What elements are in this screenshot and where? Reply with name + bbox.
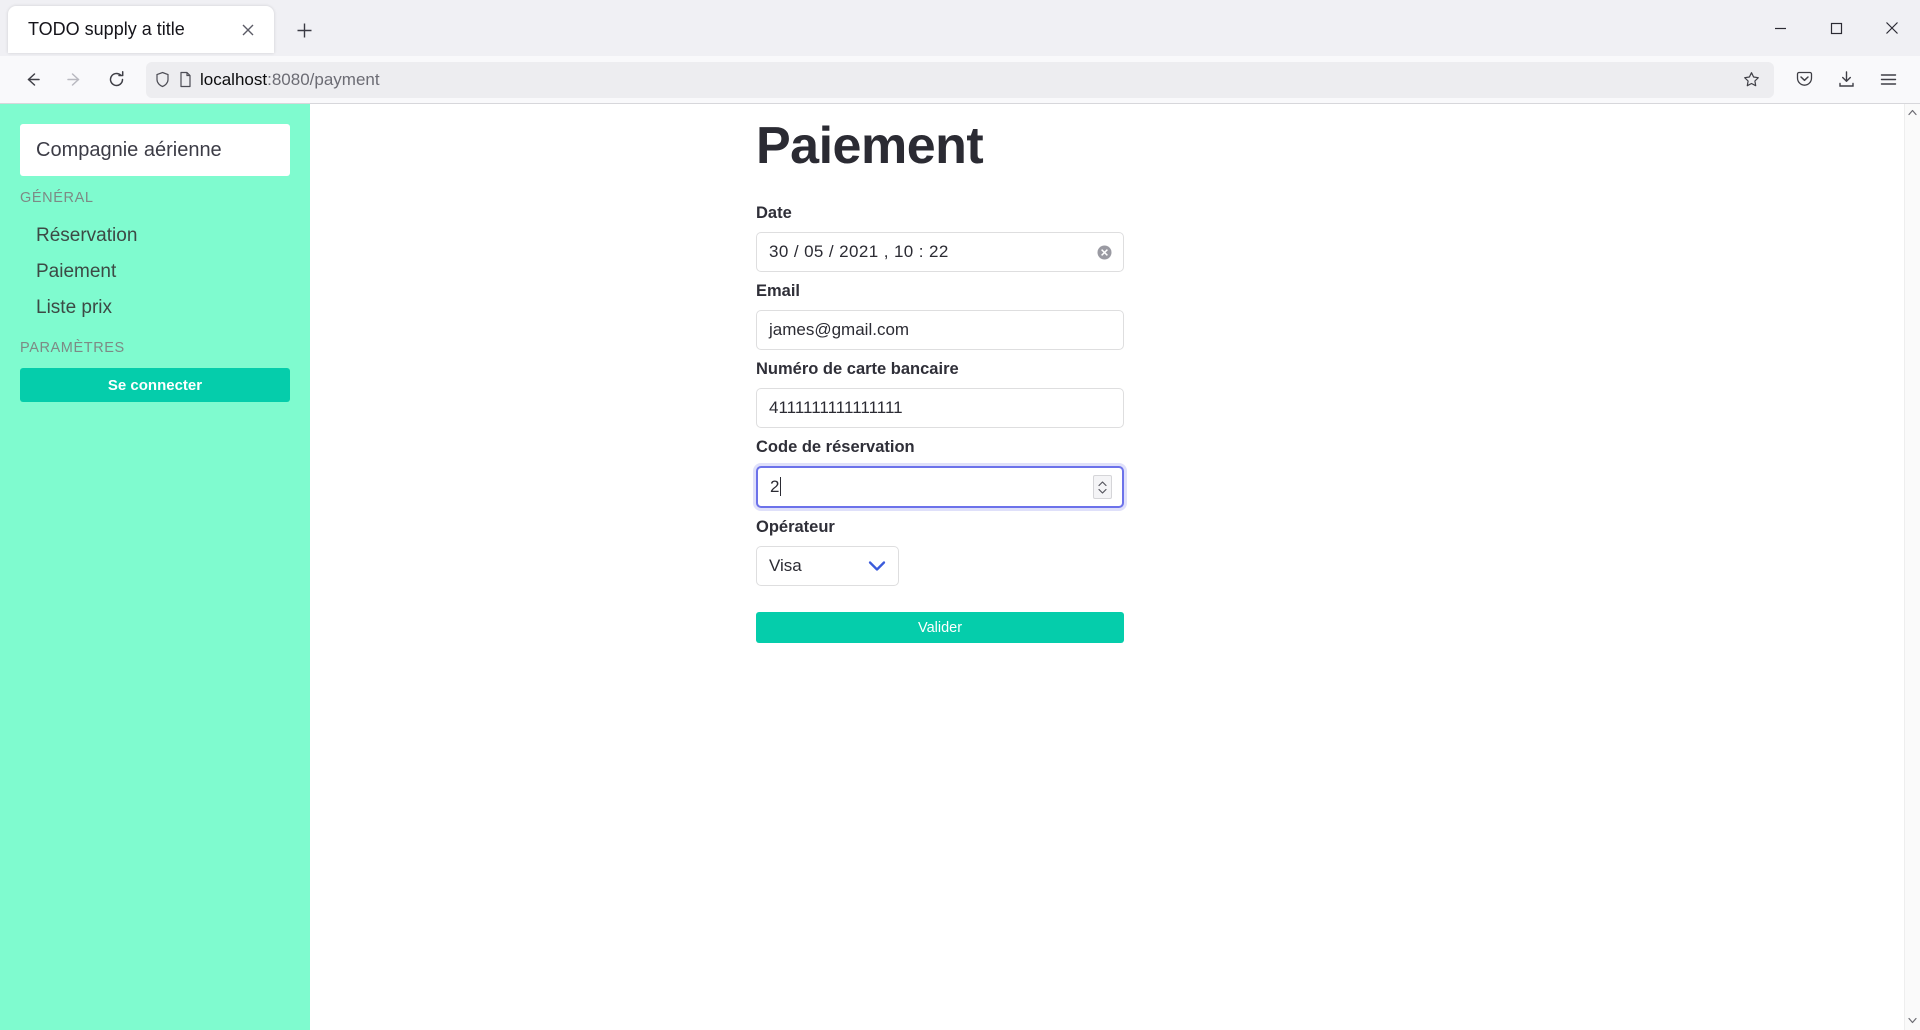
- field-card-number: Numéro de carte bancaire 411111111111111…: [756, 360, 1124, 428]
- field-date: Date 30 / 05 / 2021 , 10 : 22: [756, 204, 1124, 272]
- submit-button[interactable]: Valider: [756, 612, 1124, 643]
- card-number-input-value: 4111111111111111: [769, 398, 903, 417]
- text-cursor: [780, 477, 782, 496]
- plus-icon[interactable]: [284, 10, 324, 50]
- chevron-down-icon[interactable]: [868, 560, 886, 572]
- url-path: :8080/payment: [267, 69, 380, 89]
- reload-icon[interactable]: [96, 62, 136, 98]
- field-label-operator: Opérateur: [756, 518, 835, 536]
- url-bar[interactable]: localhost:8080/payment: [146, 61, 1774, 98]
- reservation-code-wrap: 2: [770, 477, 1093, 497]
- tab-strip: TODO supply a title: [0, 0, 1920, 56]
- login-button[interactable]: Se connecter: [20, 368, 290, 402]
- reservation-code-input[interactable]: 2: [756, 466, 1124, 508]
- field-operator: Opérateur Visa: [756, 518, 1124, 586]
- back-arrow-icon[interactable]: [12, 62, 52, 98]
- page-viewport: Compagnie aérienne GÉNÉRAL Réservation P…: [0, 104, 1920, 1030]
- window-controls: [1752, 0, 1920, 56]
- browser-window: TODO supply a title localhost:8080/payme…: [0, 0, 1920, 1030]
- operator-select[interactable]: Visa: [756, 546, 899, 586]
- url-host: localhost: [200, 69, 268, 89]
- pocket-icon[interactable]: [1784, 62, 1824, 98]
- window-close-icon[interactable]: [1864, 0, 1920, 56]
- page-icon: [177, 71, 194, 88]
- card-number-input[interactable]: 4111111111111111: [756, 388, 1124, 428]
- sidebar: Compagnie aérienne GÉNÉRAL Réservation P…: [0, 104, 310, 1030]
- vertical-scrollbar[interactable]: [1904, 104, 1920, 1030]
- clear-circle-icon[interactable]: [1096, 244, 1113, 261]
- shield-icon[interactable]: [154, 71, 171, 88]
- download-icon[interactable]: [1826, 62, 1866, 98]
- brand-title: Compagnie aérienne: [36, 138, 222, 161]
- maximize-icon[interactable]: [1808, 0, 1864, 56]
- operator-select-value: Visa: [769, 556, 802, 575]
- main-content: Paiement Date 30 / 05 / 2021 , 10 : 22 E…: [310, 104, 1920, 1030]
- sidebar-section-parametres: PARAMÈTRES: [20, 340, 125, 356]
- sidebar-item-reservation[interactable]: Réservation: [20, 218, 290, 254]
- minimize-icon[interactable]: [1752, 0, 1808, 56]
- date-input[interactable]: 30 / 05 / 2021 , 10 : 22: [756, 232, 1124, 272]
- email-input[interactable]: james@gmail.com: [756, 310, 1124, 350]
- field-label-reservation-code: Code de réservation: [756, 438, 915, 456]
- url-text: localhost:8080/payment: [200, 70, 1730, 90]
- close-icon[interactable]: [234, 16, 262, 44]
- scroll-up-icon[interactable]: [1908, 104, 1917, 122]
- date-input-value: 30 / 05 / 2021 , 10 : 22: [769, 242, 949, 261]
- sidebar-section-general: GÉNÉRAL: [20, 190, 94, 206]
- scroll-down-icon[interactable]: [1908, 1012, 1917, 1030]
- email-input-value: james@gmail.com: [769, 320, 910, 339]
- tab-title: TODO supply a title: [28, 19, 185, 39]
- sidebar-item-liste-prix[interactable]: Liste prix: [20, 290, 290, 326]
- payment-form: Paiement Date 30 / 05 / 2021 , 10 : 22 E…: [756, 104, 1124, 643]
- sidebar-item-paiement[interactable]: Paiement: [20, 254, 290, 290]
- spinner-arrows-icon[interactable]: [1093, 475, 1112, 499]
- field-reservation-code: Code de réservation 2: [756, 438, 1124, 508]
- field-email: Email james@gmail.com: [756, 282, 1124, 350]
- field-label-card-number: Numéro de carte bancaire: [756, 360, 959, 378]
- hamburger-menu-icon[interactable]: [1868, 62, 1908, 98]
- star-icon[interactable]: [1736, 65, 1766, 95]
- browser-tab[interactable]: TODO supply a title: [8, 6, 274, 53]
- navigation-toolbar: localhost:8080/payment: [0, 56, 1920, 104]
- field-label-email: Email: [756, 282, 801, 300]
- forward-arrow-icon: [54, 62, 94, 98]
- page-title: Paiement: [756, 117, 984, 175]
- reservation-code-input-value: 2: [770, 477, 780, 496]
- field-label-date: Date: [756, 204, 792, 222]
- brand-box: Compagnie aérienne: [20, 124, 290, 176]
